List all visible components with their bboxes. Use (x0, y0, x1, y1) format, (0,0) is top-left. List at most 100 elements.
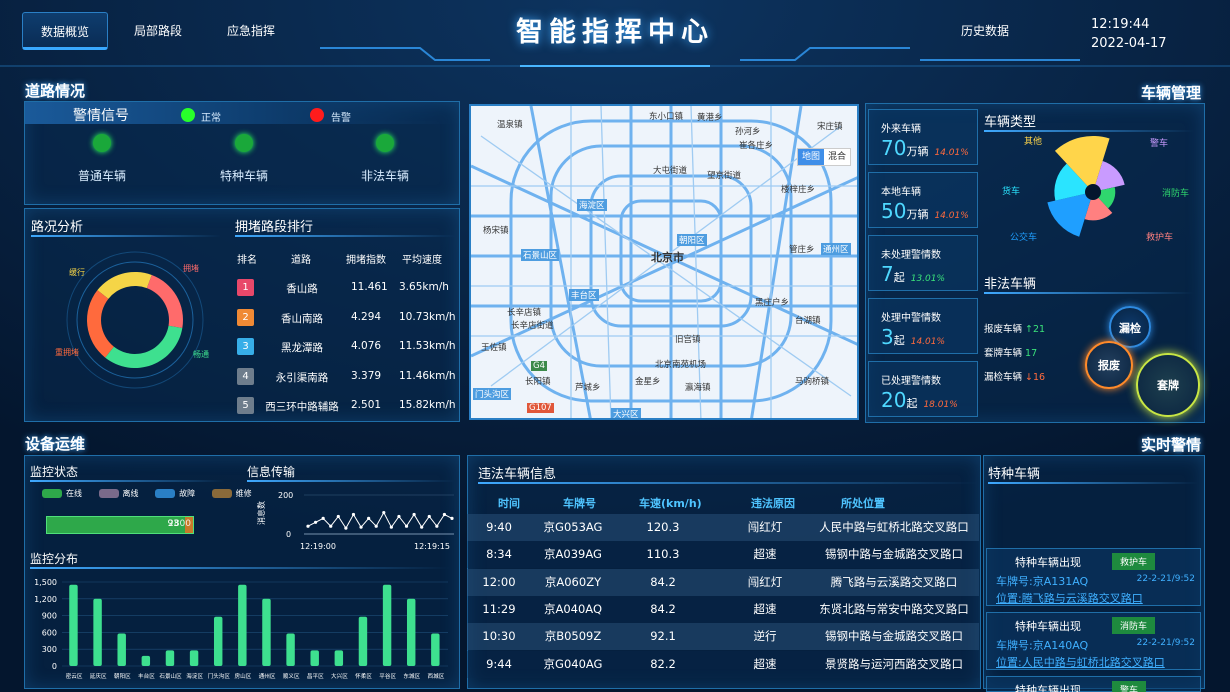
legend-offline: 离线 (122, 489, 139, 498)
jam-ranking-title: 拥堵路段排行 (235, 220, 314, 235)
jam-ranking-row[interactable]: 4 永引渠南路 3.379 11.46km/h (233, 367, 458, 388)
bubble-cloned-plate[interactable]: 套牌 (1136, 353, 1200, 417)
nav-tab-history[interactable]: 历史数据 (945, 12, 1025, 50)
map-label: 朝阳区 (677, 234, 707, 246)
map-mode-map[interactable]: 地图 (797, 149, 824, 165)
map-mode-hybrid[interactable]: 混合 (824, 149, 850, 165)
violation-speed: 92.1 (650, 629, 676, 644)
vehicle-stat-card[interactable]: 处理中警情数 3起 14.01% (868, 298, 978, 354)
map-label: 瀛海镇 (685, 383, 711, 393)
map-label: 管庄乡 (789, 245, 815, 255)
road-condition-donut-chart: 缓行 拥堵 畅通 严重拥堵 (55, 251, 209, 389)
signal-light-normal-vehicle (93, 134, 111, 152)
bar-xlabel: 平谷区 (379, 672, 396, 680)
violation-row[interactable]: 8:34 京A039AG 110.3 超速 锡钢中路与金城路交叉路口 (467, 541, 979, 569)
violation-row[interactable]: 9:40 京G053AG 120.3 闯红灯 人民中路与虹桥北路交叉路口 (467, 514, 979, 541)
map-label: 楼梓庄乡 (781, 185, 816, 195)
violation-row[interactable]: 11:29 京A040AQ 84.2 超速 东贤北路与常安中路交叉路口 (467, 595, 979, 623)
map-label: 大屯街道 (653, 166, 688, 176)
normal-legend-dot (181, 108, 195, 122)
map-label: 大兴区 (611, 408, 641, 420)
violation-reason: 闯红灯 (747, 520, 783, 534)
line-xtick-start: 12:19:00 (300, 542, 336, 551)
map-label: 长辛店镇 (507, 308, 542, 318)
special-vehicle-alert[interactable]: 特种车辆出现 救护车 车牌号:京A131AQ 22-2-21/9:52 位置:腾飞路与云… (986, 548, 1201, 606)
map-label: 金星乡 (635, 377, 661, 387)
special-alert-badge: 消防车 (1112, 617, 1156, 634)
legend-online: 在线 (66, 489, 82, 498)
map-label: G4 (531, 361, 547, 371)
map-label: 宋庄镇 (817, 122, 843, 132)
bar-12 (358, 616, 368, 666)
donut-label-severe: 严重拥堵 (55, 347, 79, 357)
map-label: 海淀区 (577, 199, 607, 211)
vehicle-stat-value: 20起 18.01% (881, 388, 958, 412)
bar-5 (189, 650, 199, 666)
violation-reason: 闯红灯 (747, 574, 783, 589)
line-point (351, 512, 356, 517)
signal-light-special-vehicle (235, 134, 253, 152)
rank-road: 永引渠南路 (275, 371, 329, 384)
map-label: 门头沟区 (473, 388, 512, 400)
jam-ranking-row[interactable]: 5 西三环中路辅路 2.501 15.82km/h (233, 397, 458, 417)
donut-segment-0 (97, 272, 152, 299)
rank-speed: 11.46km/h (399, 369, 456, 382)
line-point (404, 524, 409, 528)
donut-label-jam: 拥堵 (183, 263, 199, 273)
line-point (442, 512, 447, 517)
jam-ranking-row[interactable]: 3 黑龙潭路 4.076 11.53km/h (233, 338, 458, 358)
rank-badge: 3 (237, 338, 254, 355)
rank-index: 4.076 (351, 340, 382, 352)
line-point (420, 525, 424, 529)
monitor-legend: 在线 离线 故障 维修 (42, 488, 252, 499)
jam-ranking-row[interactable]: 2 香山南路 4.294 10.73km/h (233, 308, 458, 329)
violation-plate: 京B0509Z (544, 629, 602, 644)
jam-ranking-row[interactable]: 1 香山路 11.461 3.65km/h (233, 279, 458, 299)
rose-label-police: 警车 (1150, 137, 1168, 149)
line-point (336, 514, 340, 519)
rose-label-fire: 消防车 (1162, 187, 1189, 199)
legend-fault: 故障 (179, 489, 196, 498)
special-vehicles-title: 特种车辆 (988, 467, 1041, 482)
bar-6 (213, 616, 223, 666)
signal-label-normal: 普通车辆 (78, 169, 127, 183)
clock-date: 2022-04-17 (1091, 36, 1167, 51)
violations-title: 违法车辆信息 (478, 467, 557, 482)
monitor-bar-label-b: 2800 (168, 519, 191, 529)
map-label: 北京市 (651, 251, 684, 264)
map-label: 通州区 (821, 243, 851, 255)
bar-xlabel: 密云区 (66, 672, 83, 680)
rank-index: 2.501 (351, 399, 382, 411)
vehicle-stat-card[interactable]: 本地车辆 50万辆 14.01% (868, 172, 978, 228)
map-label: 芦城乡 (575, 383, 601, 393)
bubble-scrapped[interactable]: 报废 (1085, 341, 1133, 389)
special-vehicle-alert[interactable]: 特种车辆出现 消防车 车牌号:京A140AQ 22-2-21/9:52 位置:人民中路与… (986, 612, 1201, 670)
bar-3 (141, 655, 151, 666)
line-xtick-end: 12:19:15 (414, 542, 450, 551)
vehicle-stat-card[interactable]: 未处理警情数 7起 13.01% (868, 235, 978, 291)
line-point (367, 516, 371, 520)
violation-time: 8:34 (486, 547, 512, 562)
violation-plate: 京G040AG (543, 656, 603, 671)
special-vehicle-alert[interactable]: 特种车辆出现 警车 (986, 676, 1201, 692)
violation-row[interactable]: 10:30 京B0509Z 92.1 逆行 锡钢中路与金城路交叉路口 (467, 623, 979, 651)
violation-row[interactable]: 9:44 京G040AG 82.2 超速 景贤路与运河西路交叉路口 (467, 650, 979, 678)
vehicle-stat-card[interactable]: 已处理警情数 20起 18.01% (868, 361, 978, 417)
violation-row[interactable]: 12:00 京A060ZY 84.2 闯红灯 腾飞路与云溪路交叉路口 (467, 568, 979, 596)
bar-xlabel: 东城区 (403, 672, 420, 680)
map-label: 望京街道 (707, 171, 742, 181)
map-type-toggle[interactable]: 地图 混合 (796, 148, 851, 166)
violation-location: 锡钢中路与金城路交叉路口 (825, 547, 963, 562)
bar-xlabel: 门头沟区 (208, 672, 231, 680)
special-alert-position: 位置:腾飞路与云溪路交叉路口 (996, 592, 1143, 605)
vehicle-stat-label: 外来车辆 (881, 124, 921, 135)
city-map[interactable]: 地图 混合 温泉镇 东小口镇 黄港乡 孙河乡 大屯街道 望京街道 崔各庄乡 楼梓… (469, 104, 859, 420)
violation-reason: 逆行 (753, 629, 777, 644)
line-point (329, 524, 333, 528)
vehicle-stat-label: 已处理警情数 (881, 376, 941, 387)
special-alert-title: 特种车辆出现 (1015, 620, 1081, 633)
bar-8 (262, 598, 271, 666)
vehicle-stat-card[interactable]: 外来车辆 70万辆 14.01% (868, 109, 978, 165)
special-alert-badge: 救护车 (1112, 553, 1156, 570)
donut-label-smooth: 畅通 (193, 349, 209, 359)
